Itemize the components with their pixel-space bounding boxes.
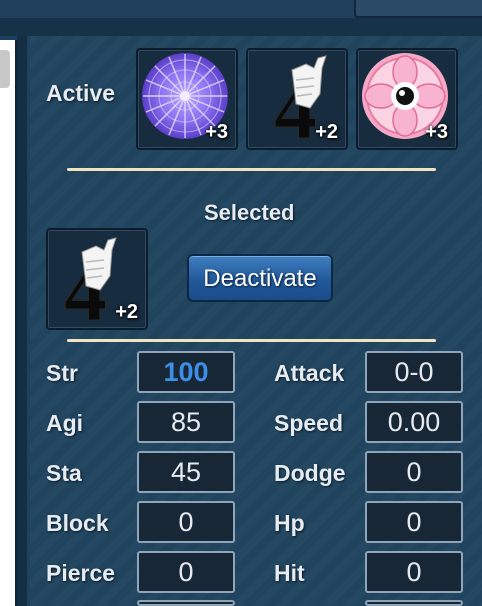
- active-label: Active: [46, 80, 116, 106]
- stat-value-dodge: 0: [365, 451, 463, 493]
- stat-label-sta: Sta: [46, 460, 82, 486]
- stat-label-dodge: Dodge: [274, 460, 346, 486]
- stat-label-block: Block: [46, 510, 109, 536]
- active-slot-3[interactable]: +3: [356, 48, 458, 150]
- stat-label-speed: Speed: [274, 410, 344, 436]
- stat-value-hit: 0: [365, 551, 463, 593]
- selected-slot[interactable]: 4 +2: [46, 228, 148, 330]
- active-slot-3-level: +3: [425, 121, 448, 143]
- stat-value-attack: 0-0: [365, 351, 463, 393]
- top-tab[interactable]: [354, 0, 482, 18]
- panel-divider: [17, 36, 27, 606]
- active-slot-1-level: +3: [205, 121, 228, 143]
- stat-label-pierce: Pierce: [46, 560, 116, 586]
- top-separator: [0, 18, 482, 36]
- stat-value-next-left: [137, 600, 235, 606]
- active-slot-2[interactable]: 4 +2: [246, 48, 348, 150]
- selected-label: Selected: [204, 200, 295, 225]
- stat-value-hp: 0: [365, 501, 463, 543]
- left-scrollbar[interactable]: [0, 50, 10, 88]
- left-list-panel[interactable]: [0, 40, 17, 606]
- stat-value-sta: 45: [137, 451, 235, 493]
- stat-label-hp: Hp: [274, 510, 305, 536]
- stat-value-agi: 85: [137, 401, 235, 443]
- active-slot-1[interactable]: +3: [136, 48, 238, 150]
- stat-value-pierce: 0: [137, 551, 235, 593]
- stat-value-block: 0: [137, 501, 235, 543]
- game-window: Active +3 4 +2 +3 Selected +2 Deactivate…: [0, 0, 482, 606]
- stat-value-speed: 0.00: [365, 401, 463, 443]
- divider-top: [67, 168, 436, 171]
- divider-bottom: [67, 339, 436, 342]
- stat-label-str: Str: [46, 360, 78, 386]
- stat-value-str: 100: [137, 351, 235, 393]
- deactivate-button[interactable]: Deactivate: [187, 254, 333, 302]
- stat-label-hit: Hit: [274, 560, 305, 586]
- active-slot-2-level: +2: [315, 121, 338, 143]
- stat-label-agi: Agi: [46, 410, 84, 436]
- stat-label-attack: Attack: [274, 360, 345, 386]
- stat-value-next-right: [365, 600, 463, 606]
- selected-slot-level: +2: [115, 301, 138, 323]
